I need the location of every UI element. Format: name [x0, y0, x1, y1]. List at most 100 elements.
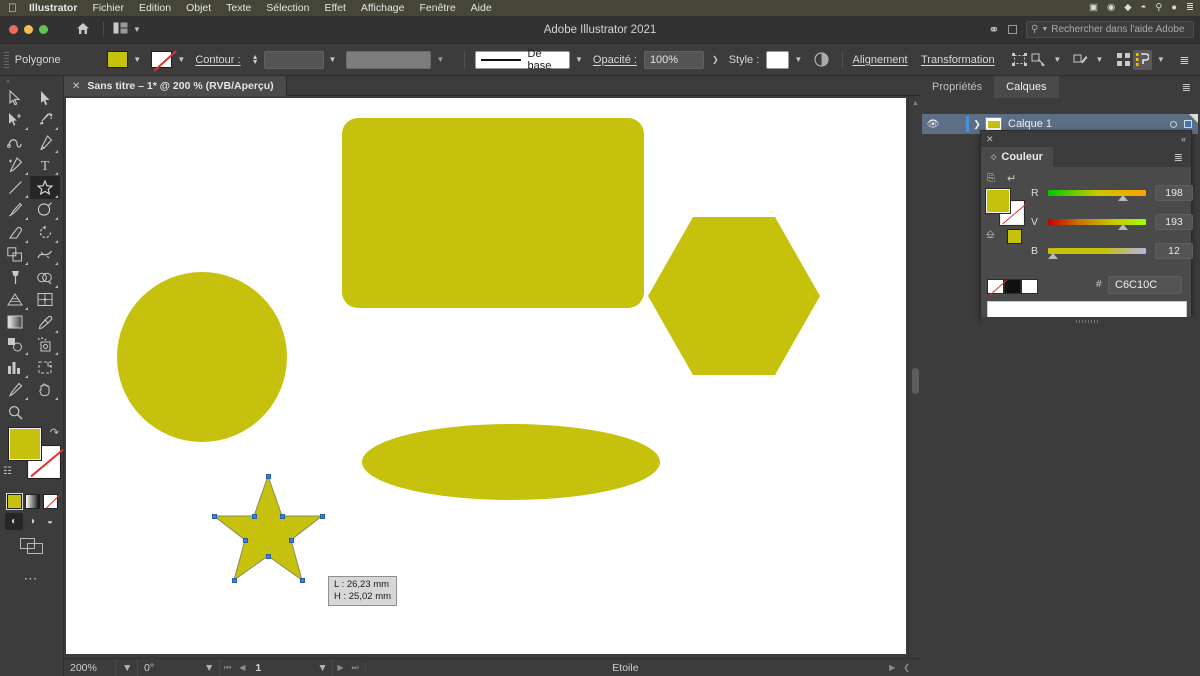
gradient-tool[interactable]	[0, 311, 30, 334]
spotlight-search-icon[interactable]: ⚲	[1155, 3, 1162, 13]
scrollbar-thumb[interactable]	[912, 368, 919, 394]
change-screen-mode-icon[interactable]	[0, 530, 63, 554]
control-bar-grip[interactable]	[4, 51, 9, 68]
anchor-point[interactable]	[243, 538, 248, 543]
draw-normal-button[interactable]: ◐	[5, 512, 23, 530]
slider-track-b[interactable]	[1048, 248, 1146, 259]
isolate-selection-icon[interactable]	[1010, 50, 1029, 70]
zoom-tool[interactable]	[0, 401, 30, 424]
eraser-tool[interactable]	[0, 221, 30, 244]
first-artboard-icon[interactable]: ⏮	[220, 663, 235, 673]
artboard-tool[interactable]	[30, 356, 60, 379]
layer-name[interactable]: Calque 1	[1008, 118, 1052, 130]
color-panel-menu-icon[interactable]: ≣	[1166, 147, 1191, 167]
circle-shape[interactable]	[117, 272, 287, 442]
brush-chevron-down-icon[interactable]: ▼	[575, 55, 583, 64]
toolbar-fill-swatch[interactable]	[8, 426, 42, 461]
slider-value-b[interactable]: 12	[1155, 243, 1193, 259]
menu-selection[interactable]: Sélection	[266, 2, 309, 14]
scale-tool[interactable]	[0, 244, 30, 267]
tab-couleur[interactable]: ◇ Couleur	[981, 147, 1053, 167]
tab-calques[interactable]: Calques	[994, 76, 1059, 98]
stroke-color-swatch[interactable]	[151, 51, 173, 68]
fill-color-swatch[interactable]	[107, 51, 129, 68]
close-icon[interactable]: ✕	[986, 134, 994, 145]
stroke-label[interactable]: Contour :	[195, 54, 240, 66]
none-mode-button[interactable]	[43, 493, 58, 509]
default-fill-stroke-icon[interactable]: ☷	[3, 466, 12, 477]
edit-toolbar-icon[interactable]: ⋯	[0, 554, 63, 587]
siri-icon[interactable]: ●	[1171, 3, 1177, 13]
curvature-tool[interactable]	[0, 131, 30, 154]
none-swatch[interactable]	[987, 279, 1004, 294]
control-center-icon[interactable]: ≣	[1186, 3, 1194, 13]
target-circle-icon[interactable]	[1170, 120, 1177, 128]
anchor-point[interactable]	[300, 578, 305, 583]
artboard-chevron-down-icon[interactable]: ▼	[311, 658, 334, 676]
stroke-weight-stepper[interactable]: ▲ ▼	[252, 54, 259, 66]
opacity-field[interactable]: 100%	[643, 50, 704, 69]
menu-effet[interactable]: Effet	[324, 2, 345, 14]
menu-fenetre[interactable]: Fenêtre	[419, 2, 455, 14]
slider-track-v[interactable]	[1048, 219, 1146, 230]
ellipse-shape[interactable]	[362, 424, 660, 500]
menu-fichier[interactable]: Fichier	[92, 2, 124, 14]
menu-edition[interactable]: Edition	[139, 2, 171, 14]
menu-affichage[interactable]: Affichage	[361, 2, 405, 14]
panel-toggle-icon[interactable]: ☐	[1007, 23, 1018, 37]
color-panel[interactable]: ✕ « ◇ Couleur ≣ ⎘ ↵ ⎒ R 198 V 193 B 12 #…	[980, 130, 1193, 325]
account-icon[interactable]: ⚭	[988, 22, 999, 38]
current-tool-label[interactable]: Etoile	[366, 662, 885, 674]
chevron-up-icon[interactable]: ▲	[912, 100, 919, 107]
slider-thumb-r[interactable]	[1118, 195, 1128, 201]
opacity-label[interactable]: Opacité :	[593, 54, 637, 66]
search-input[interactable]: ⚲ ▼ Rechercher dans l'aide Adobe	[1026, 21, 1194, 38]
select-similar-chevron-down-icon[interactable]: ▼	[1053, 55, 1061, 64]
arrange-chevron-down-icon[interactable]: ▼	[1157, 55, 1165, 64]
zoom-window-button[interactable]	[39, 25, 48, 34]
star-shape[interactable]	[212, 472, 324, 582]
swap-fill-stroke-icon[interactable]: ⎘	[987, 173, 995, 184]
slider-thumb-v[interactable]	[1118, 224, 1128, 230]
minimize-window-button[interactable]	[24, 25, 33, 34]
artboard[interactable]: L : 26,23 mm H : 25,02 mm	[66, 98, 906, 654]
lasso-tool[interactable]	[30, 109, 60, 132]
slider-value-v[interactable]: 193	[1155, 214, 1193, 230]
canvas-area[interactable]: L : 26,23 mm H : 25,02 mm ▲	[64, 96, 920, 658]
anchor-point[interactable]	[289, 538, 294, 543]
chevron-down-icon[interactable]: ▼	[133, 25, 141, 34]
stroke-profile-field[interactable]	[346, 50, 432, 69]
white-swatch[interactable]	[1021, 279, 1038, 294]
opacity-chevron-right-icon[interactable]: ❯	[712, 55, 719, 64]
blend-tool[interactable]	[0, 334, 30, 357]
eye-icon[interactable]: 👁	[922, 119, 944, 130]
color-mode-button[interactable]	[6, 492, 23, 510]
fill-chevron-down-icon[interactable]: ▼	[133, 55, 141, 64]
gradient-mode-button[interactable]	[25, 493, 40, 509]
column-graph-tool[interactable]	[0, 356, 30, 379]
free-transform-tool[interactable]	[0, 266, 30, 289]
out-of-gamut-icon[interactable]: ⎒	[986, 229, 995, 242]
line-segment-tool[interactable]	[0, 176, 30, 199]
draw-inside-button[interactable]: ◒	[41, 513, 59, 530]
canvas-vertical-scrollbar[interactable]: ▲	[908, 96, 920, 658]
close-window-button[interactable]	[9, 25, 18, 34]
close-icon[interactable]: ✕	[72, 81, 80, 92]
width-tool[interactable]	[30, 244, 60, 267]
select-similar-icon[interactable]	[1029, 50, 1048, 70]
color-panel-resize-grip[interactable]	[981, 317, 1193, 325]
draw-behind-button[interactable]: ◑	[23, 513, 41, 530]
apple-icon[interactable]: 	[8, 2, 17, 14]
wifi-icon[interactable]: ◓	[1141, 3, 1147, 13]
screen-record-icon[interactable]: ▣	[1089, 3, 1098, 13]
menu-illustrator[interactable]: Illustrator	[29, 2, 77, 14]
anchor-point[interactable]	[320, 514, 325, 519]
swap-fill-stroke-icon[interactable]: ↷	[50, 426, 59, 439]
black-swatch[interactable]	[1004, 279, 1021, 294]
color-fill-swatch[interactable]	[985, 188, 1011, 214]
hexagon-shape[interactable]	[648, 217, 820, 375]
arrange-icon[interactable]	[1132, 49, 1152, 70]
anchor-point[interactable]	[266, 554, 271, 559]
chevron-right-icon[interactable]: ❯	[969, 119, 985, 130]
home-icon[interactable]	[72, 22, 94, 38]
